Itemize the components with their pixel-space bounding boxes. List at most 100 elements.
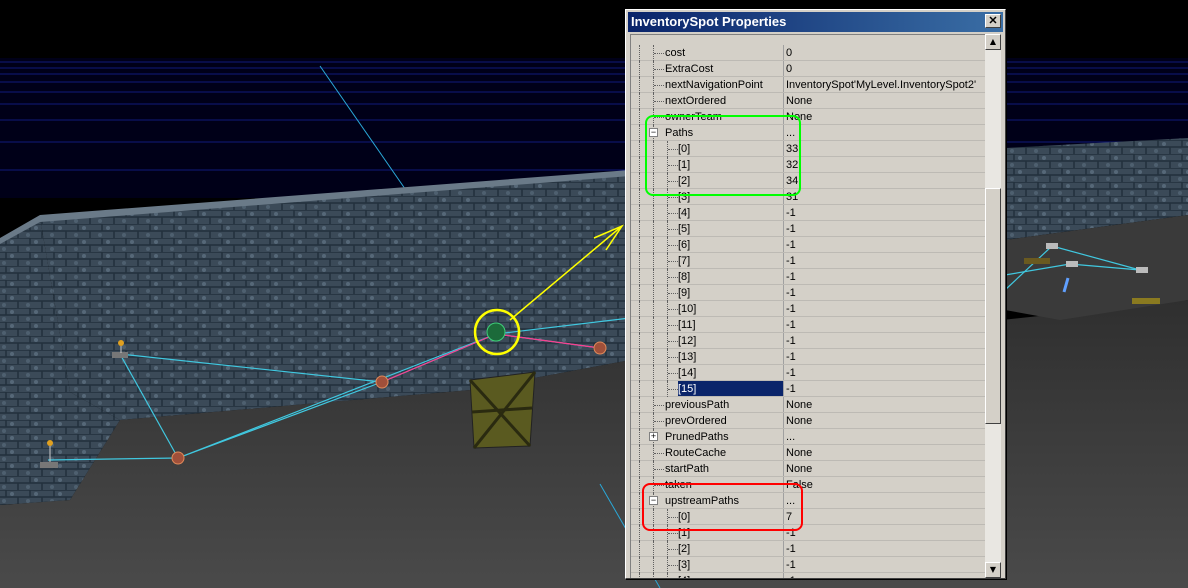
property-row[interactable]: nextNavigationPoint InventorySpot'MyLevel…	[631, 77, 985, 93]
property-value[interactable]: -1	[783, 205, 983, 220]
tree-branch	[654, 85, 664, 87]
property-row[interactable]: cost 0	[631, 45, 985, 61]
tree-branch	[668, 389, 678, 391]
property-name: [4]	[678, 573, 783, 578]
property-value[interactable]: -1	[783, 269, 983, 284]
property-row[interactable]: [6] -1	[631, 237, 985, 253]
property-row[interactable]: [4]-1	[631, 573, 985, 578]
property-value[interactable]: -1	[783, 525, 983, 540]
expand-icon[interactable]: +	[649, 432, 658, 441]
tree-branch	[668, 533, 678, 535]
vertical-scrollbar[interactable]: ▲ ▼	[985, 34, 1001, 578]
property-value[interactable]: 33	[783, 141, 983, 156]
property-value[interactable]: None	[783, 397, 983, 412]
property-name: cost	[665, 47, 686, 59]
property-row[interactable]: ExtraCost 0	[631, 61, 985, 77]
tree-guide	[639, 349, 641, 365]
property-value[interactable]: 0	[783, 45, 983, 60]
tree-guide	[639, 509, 641, 525]
property-value[interactable]: None	[783, 413, 983, 428]
tree-branch	[668, 373, 678, 375]
property-value[interactable]: ...	[783, 493, 983, 508]
property-name: [10]	[678, 303, 697, 315]
property-row[interactable]: [9] -1	[631, 285, 985, 301]
tree-guide	[653, 541, 655, 557]
tree-guide	[639, 253, 641, 269]
property-row[interactable]: [2] -1	[631, 541, 985, 557]
tree-guide	[653, 269, 655, 285]
tree-guide	[667, 573, 669, 578]
property-name: [4]	[678, 207, 691, 219]
property-row[interactable]: prevOrdered None	[631, 413, 985, 429]
property-row[interactable]: [12] -1	[631, 333, 985, 349]
property-name: [14]	[678, 367, 697, 379]
scroll-thumb[interactable]	[985, 188, 1001, 424]
property-value[interactable]: InventorySpot'MyLevel.InventorySpot2'	[783, 77, 983, 92]
property-name: [8]	[678, 271, 691, 283]
crate	[468, 371, 537, 449]
title-bar[interactable]: InventorySpot Properties ✕	[628, 12, 1003, 32]
tree-guide	[653, 285, 655, 301]
property-value[interactable]: -1	[783, 349, 983, 364]
property-row[interactable]: [13] -1	[631, 349, 985, 365]
property-row[interactable]: RouteCache None	[631, 445, 985, 461]
property-value[interactable]: ...	[783, 429, 983, 444]
property-value[interactable]: ...	[783, 125, 983, 140]
property-value[interactable]: None	[783, 109, 983, 124]
property-value[interactable]: -1	[783, 253, 983, 268]
property-row[interactable]: + PrunedPaths...	[631, 429, 985, 445]
tree-guide	[653, 557, 655, 573]
scroll-down-icon: ▼	[989, 565, 997, 574]
property-row[interactable]: [7] -1	[631, 253, 985, 269]
tree-branch	[654, 69, 664, 71]
property-value[interactable]: -1	[783, 381, 983, 396]
property-value[interactable]: None	[783, 445, 983, 460]
property-row[interactable]: [15] -1	[631, 381, 985, 397]
property-value[interactable]: False	[783, 477, 983, 492]
property-value[interactable]: -1	[783, 365, 983, 380]
property-row[interactable]: previousPath None	[631, 397, 985, 413]
tree-guide	[653, 237, 655, 253]
editor-viewport[interactable]	[0, 0, 1188, 588]
property-value[interactable]: None	[783, 93, 983, 108]
property-value[interactable]: 31	[783, 189, 983, 204]
property-value[interactable]: 7	[783, 509, 983, 524]
tree-guide	[639, 461, 641, 477]
tree-branch	[654, 101, 664, 103]
tree-guide	[639, 77, 641, 93]
property-value[interactable]: 0	[783, 61, 983, 76]
property-value[interactable]: -1	[783, 317, 983, 332]
tree-guide	[639, 317, 641, 333]
property-value[interactable]: 32	[783, 157, 983, 172]
property-value[interactable]: -1	[783, 221, 983, 236]
property-row[interactable]: [8] -1	[631, 269, 985, 285]
tree-guide	[653, 317, 655, 333]
property-value[interactable]: 34	[783, 173, 983, 188]
property-value[interactable]: -1	[783, 301, 983, 316]
close-button[interactable]: ✕	[985, 14, 1001, 28]
property-name: [15]	[678, 381, 783, 396]
tree-guide	[639, 205, 641, 221]
property-row[interactable]: [10] -1	[631, 301, 985, 317]
property-value[interactable]: -1	[783, 573, 983, 578]
tree-guide	[639, 45, 641, 61]
property-value[interactable]: -1	[783, 333, 983, 348]
property-value[interactable]: -1	[783, 557, 983, 572]
property-value[interactable]: None	[783, 461, 983, 476]
scroll-up-button[interactable]: ▲	[985, 34, 1001, 50]
property-value[interactable]: -1	[783, 541, 983, 556]
tree-guide	[639, 413, 641, 429]
scroll-down-button[interactable]: ▼	[985, 562, 1001, 578]
property-row[interactable]: [11] -1	[631, 317, 985, 333]
tree-branch	[668, 197, 678, 199]
tree-branch	[654, 421, 664, 423]
property-row[interactable]: [5] -1	[631, 221, 985, 237]
window-title: InventorySpot Properties	[631, 14, 787, 29]
property-row[interactable]: [3] -1	[631, 557, 985, 573]
property-value[interactable]: -1	[783, 237, 983, 252]
property-row[interactable]: startPath None	[631, 461, 985, 477]
property-row[interactable]: [4] -1	[631, 205, 985, 221]
property-row[interactable]: [14] -1	[631, 365, 985, 381]
property-row[interactable]: nextOrdered None	[631, 93, 985, 109]
property-value[interactable]: -1	[783, 285, 983, 300]
